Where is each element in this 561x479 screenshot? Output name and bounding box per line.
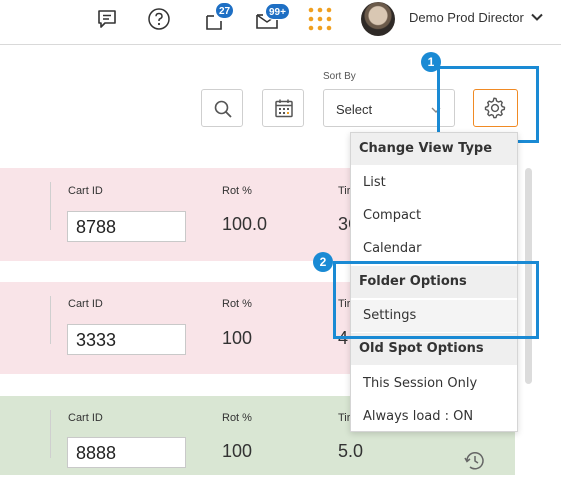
top-bar: 27 99+ Demo Prod Director (0, 0, 561, 45)
apps-grid-icon[interactable] (306, 5, 334, 38)
menu-item-list[interactable]: List (351, 167, 517, 199)
menu-item-always-load[interactable]: Always load : ON (351, 401, 517, 433)
calendar-icon (274, 98, 294, 123)
rot-label: Rot % (222, 185, 252, 197)
search-icon (213, 99, 233, 124)
menu-item-compact[interactable]: Compact (351, 200, 517, 232)
user-name[interactable]: Demo Prod Director (409, 10, 524, 25)
menu-section-header: Change View Type (351, 133, 517, 165)
menu-item-this-session-only[interactable]: This Session Only (351, 368, 517, 400)
notifications-badge: 27 (215, 2, 235, 19)
step-2-marker: 2 (313, 252, 333, 272)
history-icon[interactable] (462, 448, 488, 479)
time-value: 5.0 (338, 441, 364, 461)
time-label: Tir (338, 412, 351, 424)
step-1-marker: 1 (421, 52, 441, 72)
card-divider (50, 410, 51, 458)
sort-by-select[interactable]: Select (323, 89, 455, 127)
avatar[interactable] (361, 2, 395, 36)
cart-id-label: Cart ID (68, 185, 103, 197)
rot-value: 100.0 (222, 214, 268, 234)
search-button[interactable] (201, 89, 243, 127)
rot-label: Rot % (222, 298, 252, 310)
card-divider (50, 182, 51, 230)
rot-value: 100 (222, 328, 253, 348)
chat-icon[interactable] (96, 8, 118, 35)
rot-label: Rot % (222, 412, 252, 424)
sort-by-value: Select (336, 102, 373, 117)
cart-id-label: Cart ID (68, 412, 103, 424)
header-divider (0, 44, 561, 45)
time-label: Tir (338, 185, 351, 197)
cart-id-field[interactable]: 8788 (67, 211, 186, 242)
card-divider (50, 296, 51, 344)
cart-id-field[interactable]: 8888 (67, 437, 186, 468)
sort-by-label: Sort By (323, 71, 356, 82)
calendar-button[interactable] (262, 89, 304, 127)
step-2-highlight (333, 261, 539, 339)
rot-value: 100 (222, 441, 253, 461)
help-icon[interactable] (147, 7, 171, 36)
cart-id-label: Cart ID (68, 298, 103, 310)
chevron-down-icon[interactable] (530, 10, 544, 29)
cart-id-field[interactable]: 3333 (67, 324, 186, 355)
messages-badge: 99+ (265, 3, 290, 20)
